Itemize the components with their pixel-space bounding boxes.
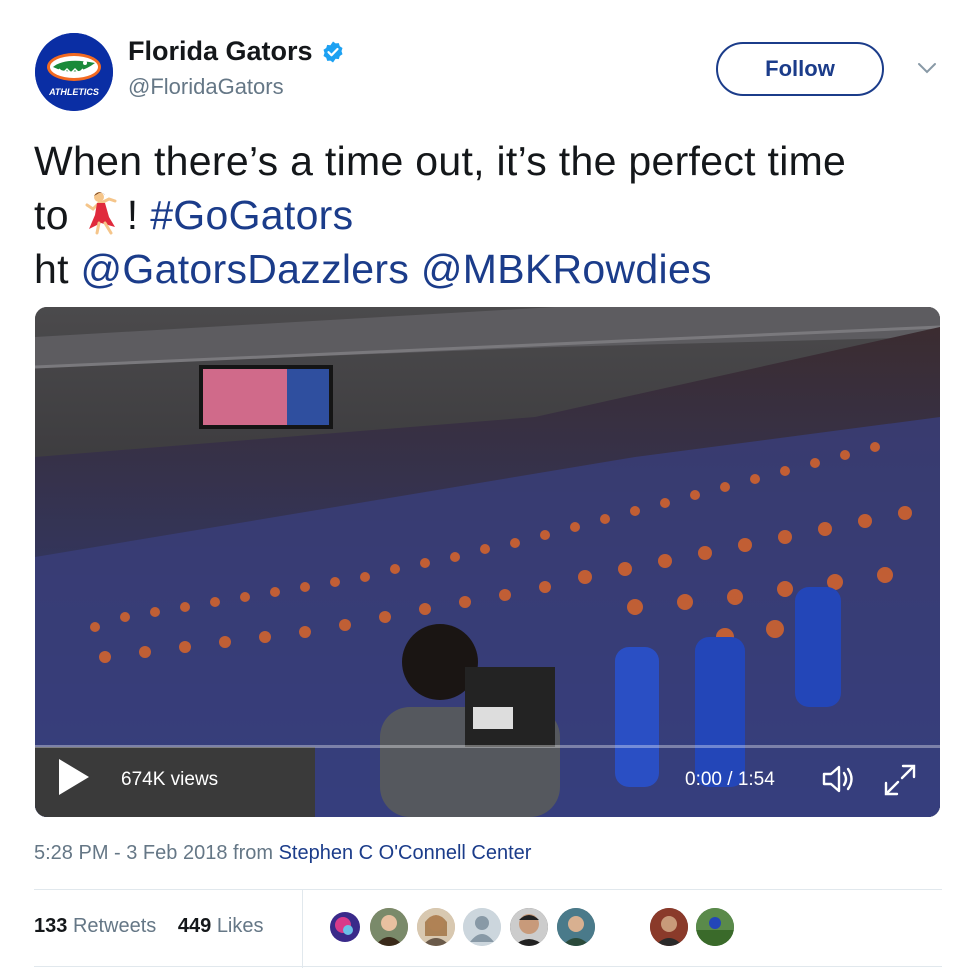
location-link[interactable]: Stephen C O'Connell Center [279,842,532,864]
liker-avatar[interactable] [417,908,455,946]
retweets-label: Retweets [72,915,157,937]
video-time: 0:00 / 1:54 [685,769,775,790]
liker-avatar[interactable] [326,908,364,946]
tweet-text-to: to [34,192,69,238]
display-name[interactable]: Florida Gators [128,36,313,67]
play-icon[interactable] [57,757,91,797]
retweets-stat[interactable]: 133 Retweets [34,915,156,937]
tweet-text-ht: ht [34,246,69,292]
tweet-meta: 5:28 PM - 3 Feb 2018 from Stephen C O'Co… [34,842,531,865]
account-handle[interactable]: @FloridaGators [128,74,284,100]
tweet-line-3: ht @GatorsDazzlers @MBKRowdies [34,242,954,296]
stats-separator [302,890,303,968]
hashtag-link[interactable]: #GoGators [150,192,353,238]
liker-avatar[interactable] [463,908,501,946]
tweet-text-exclaim: ! [126,192,139,238]
verified-badge-icon [323,41,343,62]
likes-count: 449 [177,915,212,937]
tweet-line-2: to ! #GoGators [34,188,954,242]
video-progress-bar[interactable] [35,745,940,748]
liker-avatar[interactable] [557,908,595,946]
account-avatar[interactable]: ATHLETICS [35,33,113,111]
name-row: Florida Gators [128,36,345,67]
tweet-stats: 133 Retweets 449 Likes [34,915,264,938]
tweet-line-1: When there’s a time out, it’s the perfec… [34,138,847,184]
tweet-timestamp[interactable]: 5:28 PM - 3 Feb 2018 [34,842,227,864]
dancer-emoji-icon [85,192,117,235]
video-player[interactable]: 674K views 0:00 / 1:54 [35,307,940,817]
volume-icon[interactable] [821,762,857,796]
mention-link-rowdies[interactable]: @MBKRowdies [421,246,712,292]
logo-text: ATHLETICS [48,87,99,97]
follow-button[interactable]: Follow [716,42,884,96]
video-frame [35,307,940,817]
liker-avatar[interactable] [650,908,688,946]
liker-avatar[interactable] [370,908,408,946]
likes-label: Likes [216,915,264,937]
fullscreen-icon[interactable] [883,763,917,797]
likes-stat[interactable]: 449 Likes [178,915,264,937]
tweet-text: When there’s a time out, it’s the perfec… [34,134,954,296]
mention-link-dazzlers[interactable]: @GatorsDazzlers [81,246,410,292]
from-label: from [233,842,274,864]
chevron-down-icon[interactable] [916,60,938,76]
liker-avatar[interactable] [696,908,734,946]
video-views: 674K views [121,769,219,790]
divider-top [34,889,942,890]
retweets-count: 133 [34,915,68,937]
liker-avatar[interactable] [510,908,548,946]
